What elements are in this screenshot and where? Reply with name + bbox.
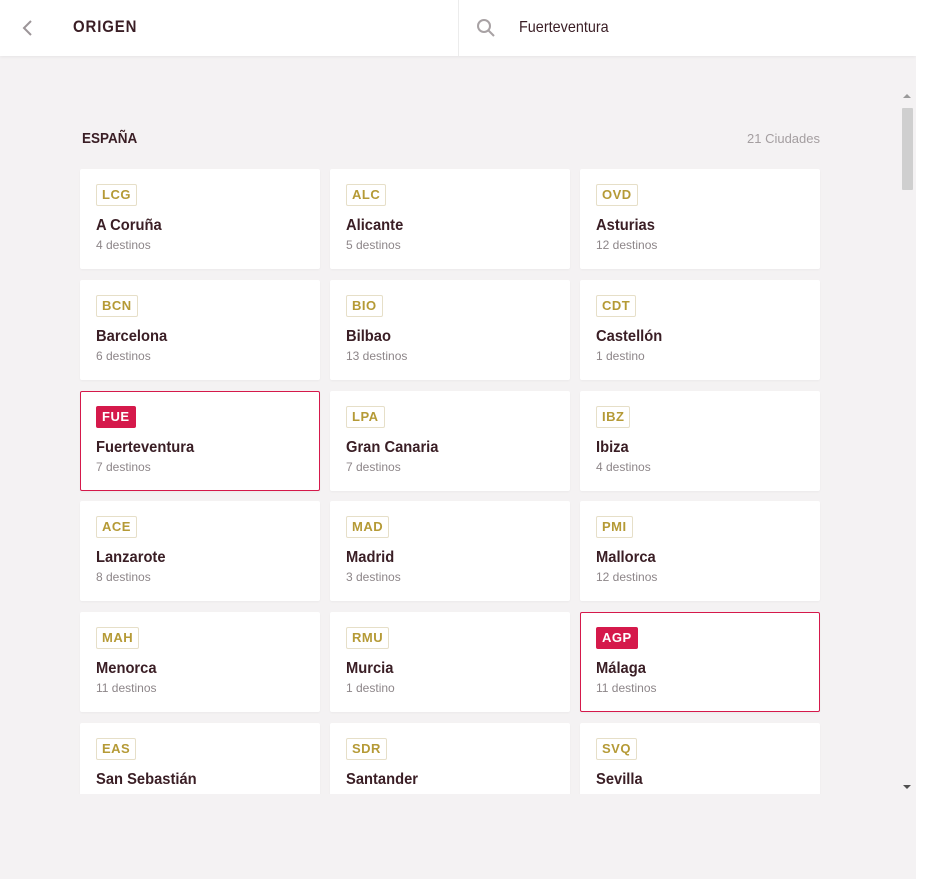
city-card[interactable]: PMI Mallorca 12 destinos [580, 501, 820, 602]
city-name: Fuerteventura [96, 438, 195, 456]
airport-code-badge: SVQ [596, 738, 637, 760]
destination-count: 7 destinos [96, 459, 151, 474]
destination-count: 5 destinos [346, 238, 401, 252]
top-bar: ORIGEN [0, 0, 916, 56]
destination-count: 3 destinos [346, 570, 401, 585]
city-name: A Coruña [96, 217, 162, 234]
airport-code-badge: OVD [596, 184, 638, 206]
city-name: Madrid [346, 549, 395, 567]
city-card[interactable]: EAS San Sebastián [80, 723, 320, 794]
section-header: ESPAÑA 21 Ciudades [82, 130, 820, 150]
airport-code-badge: BIO [346, 294, 383, 317]
city-count: 21 Ciudades [747, 131, 820, 146]
airport-code-badge: EAS [96, 738, 137, 760]
city-card[interactable]: AGP Málaga 11 destinos [580, 612, 820, 713]
airport-code-badge: SDR [346, 738, 387, 760]
search-panel [459, 0, 916, 56]
destination-count: 13 destinos [346, 348, 408, 363]
airport-code-badge: LPA [346, 405, 385, 428]
destination-count: 7 destinos [346, 459, 401, 474]
scroll-thumb[interactable] [902, 108, 913, 190]
airport-code-badge: PMI [596, 516, 633, 539]
city-card[interactable]: MAD Madrid 3 destinos [330, 501, 570, 602]
city-card[interactable]: MAH Menorca 11 destinos [80, 612, 320, 713]
airport-code-badge: MAH [96, 627, 140, 650]
city-card[interactable]: RMU Murcia 1 destino [330, 612, 570, 713]
city-card[interactable]: FUE Fuerteventura 7 destinos [80, 390, 320, 491]
back-button[interactable] [14, 14, 42, 42]
city-name: Castellón [596, 327, 663, 345]
destination-count: 11 destinos [96, 681, 157, 696]
airport-code-badge: FUE [96, 405, 136, 428]
city-name: Lanzarote [96, 549, 166, 567]
airport-code-badge: ALC [346, 184, 387, 206]
city-card[interactable]: BCN Barcelona 6 destinos [80, 279, 320, 380]
airport-code-badge: CDT [596, 294, 637, 317]
airport-code-badge: MAD [346, 516, 390, 539]
city-name: San Sebastián [96, 771, 197, 788]
destination-count: 4 destinos [596, 459, 651, 474]
section-title: ESPAÑA [82, 130, 138, 147]
header-title-panel: ORIGEN [0, 0, 459, 56]
city-name: Ibiza [596, 438, 629, 456]
scroll-down-arrow-icon[interactable] [903, 785, 911, 789]
city-list-area[interactable]: ESPAÑA 21 Ciudades LCG A Coruña 4 destinos… [0, 56, 916, 794]
airport-code-badge: BCN [96, 294, 138, 317]
chevron-left-icon [22, 20, 32, 36]
airport-code-badge: ACE [96, 516, 137, 539]
search-icon [477, 19, 495, 37]
scrollbar[interactable] [899, 90, 916, 794]
city-name: Gran Canaria [346, 438, 439, 456]
airport-code-badge: RMU [346, 627, 390, 650]
airport-code-badge: AGP [596, 627, 638, 650]
city-name: Santander [346, 771, 418, 788]
city-card[interactable]: IBZ Ibiza 4 destinos [580, 390, 820, 491]
page-title: ORIGEN [73, 17, 138, 36]
city-card[interactable]: OVD Asturias 12 destinos [580, 169, 820, 269]
city-card[interactable]: LPA Gran Canaria 7 destinos [330, 390, 570, 491]
footer-space [0, 794, 916, 879]
destination-count: 12 destinos [596, 570, 658, 585]
city-card[interactable]: ALC Alicante 5 destinos [330, 169, 570, 269]
airport-code-badge: IBZ [596, 405, 631, 428]
city-name: Alicante [346, 217, 404, 234]
search-input[interactable] [519, 14, 861, 42]
city-name: Asturias [596, 217, 655, 234]
city-name: Mallorca [596, 549, 656, 567]
city-name: Málaga [596, 660, 646, 678]
city-card[interactable]: BIO Bilbao 13 destinos [330, 279, 570, 380]
city-name: Barcelona [96, 327, 168, 345]
window-edge [916, 0, 929, 879]
city-card[interactable]: CDT Castellón 1 destino [580, 279, 820, 380]
scroll-up-arrow-icon[interactable] [903, 94, 911, 98]
destination-count: 1 destino [346, 681, 395, 696]
destination-count: 11 destinos [596, 681, 657, 696]
destination-count: 4 destinos [96, 238, 151, 252]
city-card[interactable]: LCG A Coruña 4 destinos [80, 169, 320, 269]
city-name: Menorca [96, 660, 157, 678]
city-card[interactable]: SVQ Sevilla [580, 723, 820, 794]
city-name: Bilbao [346, 327, 391, 345]
city-name: Murcia [346, 660, 394, 678]
city-card[interactable]: ACE Lanzarote 8 destinos [80, 501, 320, 602]
destination-count: 12 destinos [596, 238, 658, 252]
city-name: Sevilla [596, 771, 643, 788]
destination-count: 6 destinos [96, 348, 151, 363]
destination-count: 1 destino [596, 348, 645, 363]
city-card[interactable]: SDR Santander [330, 723, 570, 794]
airport-code-badge: LCG [96, 184, 137, 206]
destination-count: 8 destinos [96, 570, 151, 585]
